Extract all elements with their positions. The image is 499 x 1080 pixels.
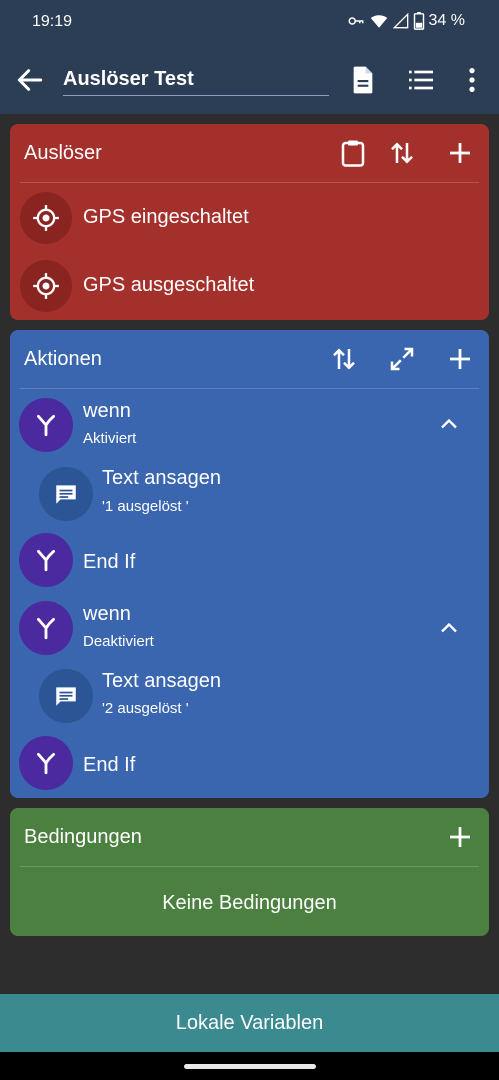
battery-icon (413, 12, 425, 30)
triggers-header: Auslöser (10, 124, 489, 182)
action-subtitle: Aktiviert (83, 430, 137, 447)
action-item[interactable]: End If (10, 734, 489, 798)
battery-percent: 34 % (428, 12, 465, 29)
gps-icon (20, 192, 72, 244)
triggers-title: Auslöser (24, 142, 102, 164)
trigger-label: GPS eingeschaltet (83, 206, 249, 228)
branch-icon (19, 601, 73, 655)
message-icon (39, 467, 93, 521)
cell-signal-icon (392, 12, 409, 30)
action-title: Text ansagen (102, 670, 221, 692)
triggers-divider (20, 182, 479, 183)
action-item[interactable]: Text ansagen '1 ausgelöst ' (10, 462, 489, 526)
status-time: 19:19 (32, 13, 73, 30)
navigation-bar (0, 1052, 499, 1080)
action-item[interactable]: Text ansagen '2 ausgelöst ' (10, 666, 489, 730)
action-title: End If (83, 551, 136, 573)
conditions-card: Bedingungen Keine Bedingungen (10, 808, 489, 936)
action-item[interactable]: wenn Aktiviert (10, 394, 489, 458)
app-bar: Auslöser Test (0, 46, 499, 114)
conditions-header: Bedingungen (10, 808, 489, 866)
add-condition-icon[interactable] (445, 822, 475, 852)
trigger-item[interactable]: GPS ausgeschaltet (10, 255, 489, 317)
reorder-icon[interactable] (329, 344, 359, 374)
status-icons: 34 % (347, 12, 465, 30)
actions-header: Aktionen (10, 330, 489, 388)
action-title: Text ansagen (102, 467, 221, 489)
chevron-up-icon[interactable] (435, 410, 463, 438)
action-subtitle: '1 ausgelöst ' (102, 498, 189, 515)
trigger-item[interactable]: GPS eingeschaltet (10, 187, 489, 249)
trigger-label: GPS ausgeschaltet (83, 274, 255, 296)
vpn-key-icon (347, 12, 365, 30)
triggers-card: Auslöser GPS eingeschaltet GPS ausgescha… (10, 124, 489, 320)
conditions-title: Bedingungen (24, 826, 142, 848)
branch-icon (19, 398, 73, 452)
action-subtitle: '2 ausgelöst ' (102, 700, 189, 717)
action-title: wenn (83, 603, 131, 625)
reorder-icon[interactable] (387, 138, 417, 168)
branch-icon (19, 736, 73, 790)
no-conditions-text: Keine Bedingungen (162, 892, 337, 914)
expand-icon[interactable] (387, 344, 417, 374)
action-subtitle: Deaktiviert (83, 633, 154, 650)
action-item[interactable]: End If (10, 530, 489, 594)
add-trigger-icon[interactable] (445, 138, 475, 168)
clipboard-icon[interactable] (338, 138, 368, 168)
status-bar: 19:19 34 % (0, 0, 499, 46)
local-variables-label: Lokale Variablen (175, 1011, 324, 1034)
macro-name-field[interactable]: Auslöser Test (63, 64, 329, 96)
action-item[interactable]: wenn Deaktiviert (10, 598, 489, 662)
actions-card: Aktionen wenn Aktiviert Text ansagen '1 … (10, 330, 489, 798)
actions-title: Aktionen (24, 348, 102, 370)
action-title: wenn (83, 400, 131, 422)
add-action-icon[interactable] (445, 344, 475, 374)
more-vert-icon[interactable] (456, 64, 488, 96)
branch-icon (19, 533, 73, 587)
action-title: End If (83, 754, 136, 776)
local-variables-button[interactable]: Lokale Variablen (0, 994, 499, 1052)
actions-divider (20, 388, 479, 389)
list-icon[interactable] (405, 64, 437, 96)
macro-name: Auslöser Test (63, 68, 194, 90)
gesture-handle[interactable] (184, 1064, 316, 1069)
message-icon (39, 669, 93, 723)
document-icon[interactable] (347, 64, 379, 96)
chevron-up-icon[interactable] (435, 614, 463, 642)
conditions-divider (20, 866, 479, 867)
back-arrow-icon[interactable] (14, 64, 46, 96)
gps-icon (20, 260, 72, 312)
wifi-icon (369, 12, 389, 30)
